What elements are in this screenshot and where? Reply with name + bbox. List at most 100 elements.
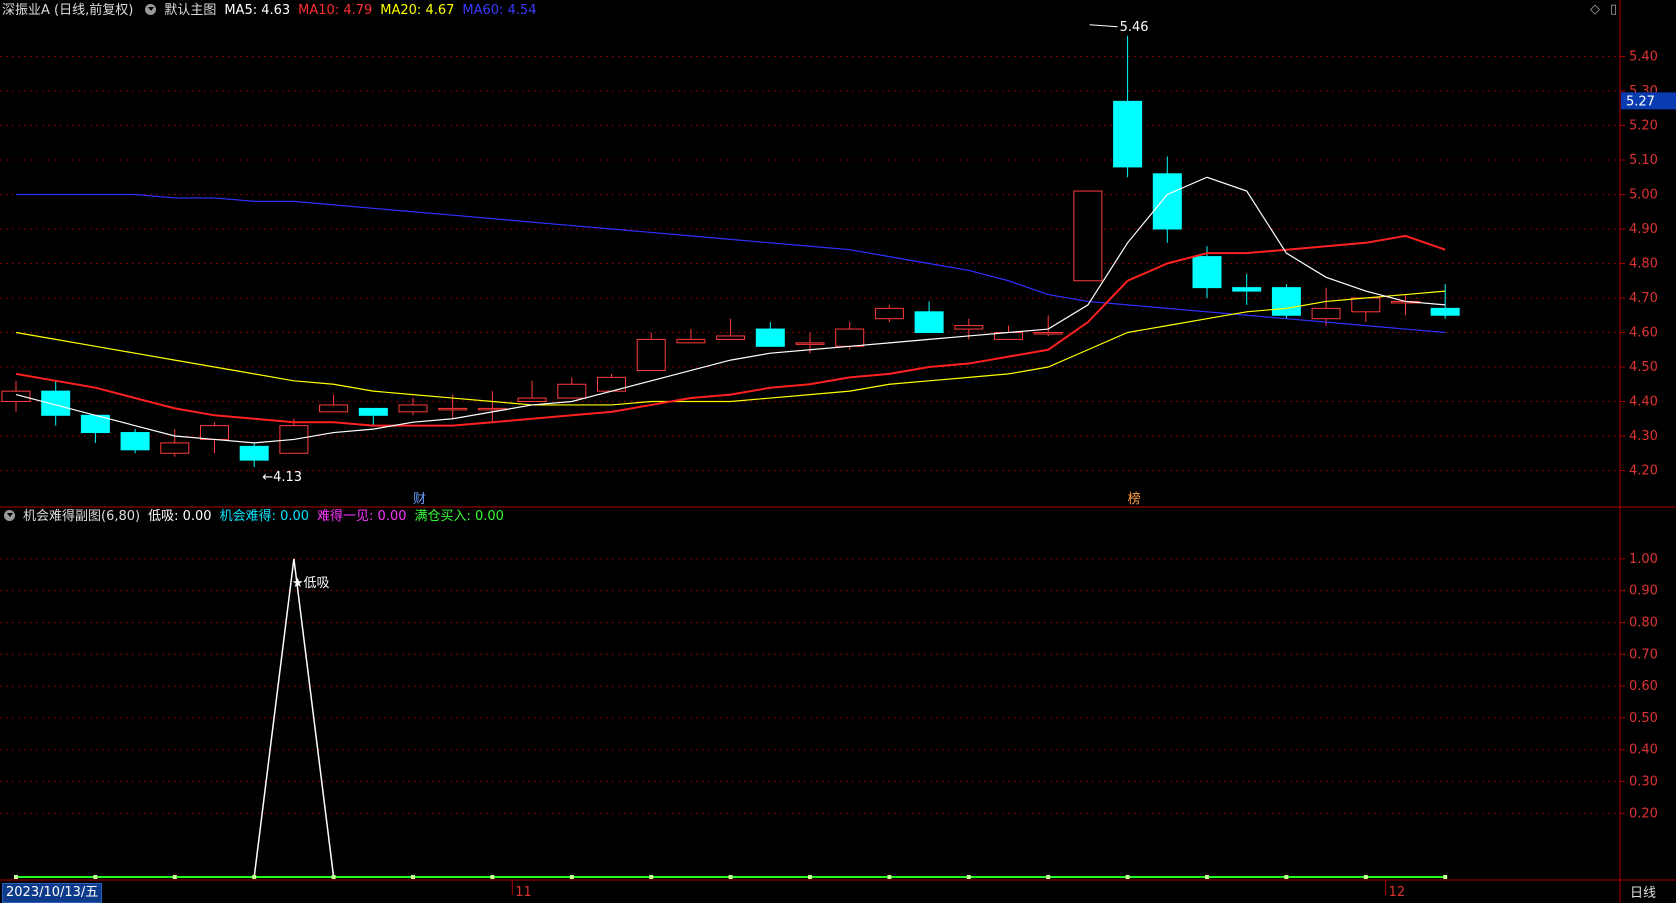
candle[interactable] [1311, 307, 1341, 320]
menu-chevron-icon[interactable] [4, 510, 15, 521]
candle[interactable] [1113, 100, 1143, 168]
diamond-icon[interactable]: ◇ [1590, 2, 1600, 17]
candle[interactable] [239, 445, 269, 461]
candle[interactable] [914, 311, 944, 333]
candle[interactable] [319, 404, 349, 413]
fin-marker: 财 [413, 492, 426, 507]
full-buy-marker [1284, 875, 1289, 879]
full-buy-marker [728, 875, 733, 879]
y-tick-label: 0.70 [1629, 647, 1658, 662]
main-chart-header: 深振业A (日线,前复权) 默认主图 MA5: 4.63 MA10: 4.79 MA20… [0, 1, 545, 21]
ma20-line [15, 290, 1446, 406]
candle[interactable] [835, 328, 865, 347]
y-tick-label: 4.30 [1629, 429, 1658, 444]
sub-panel-name[interactable]: 机会难得副图(6,80) [23, 509, 140, 524]
cursor-date: 2023/10/13/五 [2, 883, 103, 903]
candle[interactable] [636, 338, 666, 371]
candle[interactable] [160, 442, 190, 454]
candle[interactable] [1033, 332, 1063, 335]
y-tick-label: 5.40 [1629, 50, 1658, 65]
max-arrow [1089, 24, 1118, 28]
candle[interactable] [1232, 287, 1262, 292]
full-buy-marker [252, 875, 257, 879]
candle[interactable] [1271, 287, 1301, 316]
full-buy-marker [14, 875, 18, 879]
candle[interactable] [398, 404, 428, 413]
candle[interactable] [1, 390, 31, 402]
low-buy-value: 低吸: 0.00 [148, 509, 212, 524]
period-label[interactable]: 日线 [1630, 882, 1656, 901]
y-tick-label: 0.90 [1629, 584, 1658, 599]
y-tick-label: 4.60 [1629, 326, 1658, 341]
full-buy-value: 满仓买入: 0.00 [414, 509, 504, 524]
y-tick-label: 4.80 [1629, 257, 1658, 272]
candle[interactable] [557, 383, 587, 399]
candle[interactable] [795, 342, 825, 345]
y-tick-label: 5.20 [1629, 119, 1658, 134]
y-tick-label: 4.50 [1629, 360, 1658, 375]
full-buy-marker [887, 875, 892, 879]
rank-marker: 榜 [1128, 491, 1141, 507]
candle[interactable] [1192, 256, 1222, 289]
candle[interactable] [1351, 297, 1381, 313]
full-buy-marker [331, 875, 336, 879]
candle[interactable] [1152, 173, 1182, 230]
y-tick-label: 0.50 [1629, 711, 1658, 726]
candle[interactable] [676, 338, 706, 344]
rare-chance-value: 机会难得: 0.00 [219, 509, 310, 524]
candle[interactable] [755, 328, 785, 347]
panel-toggle-icon[interactable]: ▯ [1610, 2, 1617, 17]
y-tick-label: 1.00 [1629, 552, 1658, 567]
low-buy-signal-label: ★低吸 [292, 576, 330, 591]
full-buy-marker [1443, 875, 1448, 879]
ma20-value: MA20: 4.67 [380, 3, 455, 18]
full-buy-marker [411, 875, 415, 879]
candle[interactable] [1430, 307, 1460, 316]
y-tick-label: 0.20 [1629, 806, 1658, 821]
full-buy-marker [569, 875, 574, 879]
candle[interactable] [1073, 190, 1103, 282]
full-buy-marker [1125, 875, 1130, 879]
candle[interactable] [874, 307, 904, 320]
ma5-value: MA5: 4.63 [224, 3, 291, 18]
y-tick-label: 4.90 [1629, 222, 1658, 237]
rare-seen-value: 难得一见: 0.00 [317, 509, 407, 524]
y-tick-label: 5.00 [1629, 188, 1658, 203]
stock-chart[interactable]: 5.405.305.205.105.004.904.804.704.604.50… [0, 0, 1676, 903]
ma60-value: MA60: 4.54 [462, 3, 537, 18]
candle[interactable] [120, 432, 150, 451]
x-tick-label: 12 [1389, 885, 1406, 900]
candle[interactable] [954, 325, 984, 330]
candle[interactable] [517, 397, 547, 402]
full-buy-marker [1205, 875, 1209, 879]
y-tick-label: 5.10 [1629, 153, 1658, 168]
panel-name[interactable]: 默认主图 [164, 3, 216, 18]
menu-chevron-icon[interactable] [145, 4, 157, 15]
full-buy-marker [93, 875, 98, 879]
current-price-label: 5.27 [1626, 94, 1655, 109]
candle[interactable] [438, 407, 468, 411]
y-tick-label: 4.40 [1629, 395, 1658, 410]
stock-title[interactable]: 深振业A (日线,前复权) [2, 3, 133, 18]
candle[interactable] [358, 407, 388, 416]
y-tick-label: 0.30 [1629, 775, 1658, 790]
full-buy-marker [1363, 875, 1368, 879]
y-tick-label: 4.20 [1629, 464, 1658, 479]
min-price-label: ←4.13 [262, 470, 302, 485]
candle[interactable] [716, 335, 746, 340]
full-buy-marker [172, 875, 177, 879]
max-price-label: 5.46 [1120, 20, 1149, 35]
full-buy-marker [649, 875, 654, 879]
full-buy-marker [1046, 875, 1051, 879]
ma10-value: MA10: 4.79 [298, 3, 373, 18]
y-tick-label: 4.70 [1629, 291, 1658, 306]
ma5-line [15, 176, 1446, 444]
y-tick-label: 0.80 [1629, 615, 1658, 630]
full-buy-marker [966, 875, 971, 879]
full-buy-marker [808, 875, 812, 879]
candle[interactable] [41, 390, 71, 416]
y-tick-label: 0.60 [1629, 679, 1658, 694]
y-tick-label: 0.40 [1629, 743, 1658, 758]
candle[interactable] [200, 425, 229, 440]
full-buy-marker [490, 875, 495, 879]
